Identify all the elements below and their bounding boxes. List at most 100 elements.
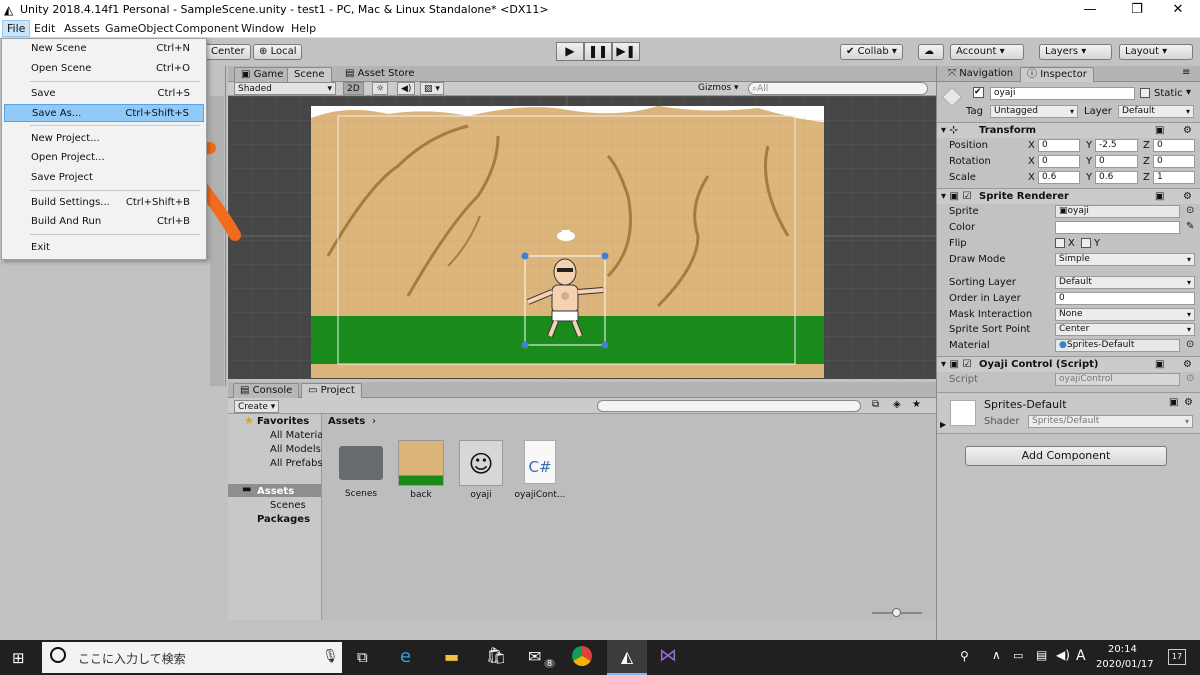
menu-assets[interactable]: Assets bbox=[64, 22, 100, 35]
shading-mode-dropdown[interactable]: Shaded ▾ bbox=[234, 82, 336, 95]
settings-gear-icon[interactable]: ⚙ bbox=[1183, 189, 1192, 204]
mail-icon[interactable]: ✉ bbox=[528, 647, 541, 666]
object-picker-icon[interactable]: ⊙ bbox=[1186, 205, 1194, 216]
clock-time[interactable]: 20:14 bbox=[1108, 644, 1137, 655]
tab-asset-store[interactable]: ▤ Asset Store bbox=[339, 67, 421, 82]
tree-packages[interactable]: Packages bbox=[257, 514, 310, 525]
static-checkbox[interactable] bbox=[1140, 88, 1150, 98]
clock-date[interactable]: 2020/01/17 bbox=[1096, 659, 1154, 670]
maximize-button[interactable]: ❐ bbox=[1115, 1, 1159, 19]
tab-inspector[interactable]: ⓘ Inspector bbox=[1020, 67, 1094, 82]
settings-gear-icon[interactable]: ⚙ bbox=[1183, 357, 1192, 372]
favorites-header[interactable]: Favorites bbox=[257, 416, 309, 427]
object-picker-icon[interactable]: ⊙ bbox=[1186, 373, 1194, 384]
menu-help[interactable]: Help bbox=[291, 22, 316, 35]
menu-item-new-scene[interactable]: New Scene Ctrl+N bbox=[4, 40, 204, 58]
layers-button[interactable]: Layers ▾ bbox=[1039, 44, 1112, 60]
asset-back[interactable]: back bbox=[395, 440, 447, 502]
add-component-button[interactable]: Add Component bbox=[965, 446, 1167, 466]
menu-item-open-scene[interactable]: Open Scene Ctrl+O bbox=[4, 60, 204, 78]
battery-icon[interactable]: ▭ bbox=[1013, 649, 1023, 662]
object-picker-icon[interactable]: ⊙ bbox=[1186, 339, 1194, 350]
unity-taskbar-icon[interactable]: ◭ bbox=[607, 640, 647, 675]
menu-item-open-project[interactable]: Open Project... bbox=[4, 149, 204, 167]
menu-item-build-and-run[interactable]: Build And Run Ctrl+B bbox=[4, 213, 204, 231]
tab-navigation[interactable]: ⤧ Navigation bbox=[942, 67, 1019, 82]
tab-console[interactable]: ▤ Console bbox=[233, 383, 300, 398]
sprite-renderer-header[interactable]: ▾ ▣ ☑ Sprite Renderer ▣ ⚙ bbox=[937, 188, 1200, 204]
rotation-x-field[interactable]: 0 bbox=[1038, 155, 1080, 168]
2d-mode-toggle[interactable]: 2D bbox=[343, 82, 364, 95]
create-dropdown[interactable]: Create ▾ bbox=[234, 400, 280, 413]
draw-mode-dropdown[interactable]: Simple bbox=[1055, 253, 1195, 266]
asset-oyaji[interactable]: ☺ oyaji bbox=[456, 440, 506, 502]
cloud-button[interactable]: ☁ bbox=[918, 44, 944, 60]
tab-project[interactable]: ▭ Project bbox=[301, 383, 362, 398]
fav-all-models[interactable]: All Models bbox=[270, 444, 321, 455]
taskbar-search-box[interactable]: ここに入力して検索 🎙 bbox=[42, 642, 342, 673]
menu-item-build-settings[interactable]: Build Settings... Ctrl+Shift+B bbox=[4, 194, 204, 212]
menu-item-new-project[interactable]: New Project... bbox=[4, 130, 204, 148]
asset-oyajicontrol[interactable]: C# oyajiCont... bbox=[512, 440, 568, 502]
filter-label-icon[interactable]: ◈ bbox=[893, 399, 901, 410]
object-name-field[interactable]: oyaji bbox=[990, 87, 1135, 100]
people-icon[interactable]: ⚲ bbox=[960, 649, 969, 663]
shader-dropdown[interactable]: Sprites/Default bbox=[1028, 415, 1193, 428]
icon-size-slider[interactable] bbox=[872, 608, 922, 617]
tab-game[interactable]: ▣ Game bbox=[234, 67, 291, 82]
mask-interaction-dropdown[interactable]: None bbox=[1055, 308, 1195, 321]
volume-icon[interactable]: ◀) bbox=[1056, 648, 1070, 662]
menu-item-save-as[interactable]: Save As... Ctrl+Shift+S bbox=[4, 104, 204, 122]
step-button[interactable]: ▶❚ bbox=[612, 42, 640, 61]
sprite-sort-point-dropdown[interactable]: Center bbox=[1055, 323, 1195, 336]
static-dropdown-icon[interactable]: ▾ bbox=[1186, 87, 1191, 98]
scene-search-input[interactable]: ⌕All bbox=[748, 82, 928, 95]
menu-component[interactable]: Component bbox=[175, 22, 239, 35]
layer-dropdown[interactable]: Default bbox=[1118, 105, 1194, 118]
rotation-y-field[interactable]: 0 bbox=[1095, 155, 1138, 168]
account-button[interactable]: Account ▾ bbox=[950, 44, 1024, 60]
task-view-icon[interactable]: ⧉ bbox=[357, 648, 368, 666]
menu-gameobject[interactable]: GameObject bbox=[105, 22, 174, 35]
chrome-icon[interactable] bbox=[572, 646, 592, 666]
active-checkbox[interactable]: ✔ bbox=[973, 87, 984, 98]
store-icon[interactable]: 🛍 bbox=[486, 646, 506, 665]
notification-center-icon[interactable]: 17 bbox=[1168, 649, 1186, 665]
menu-item-save-project[interactable]: Save Project bbox=[4, 169, 204, 187]
script-component-header[interactable]: ▾ ▣ ☑ Oyaji Control (Script) ▣ ⚙ bbox=[937, 356, 1200, 372]
gizmos-dropdown[interactable]: Gizmos ▾ bbox=[695, 82, 742, 95]
pivot-center-button[interactable]: Center bbox=[205, 44, 251, 60]
effects-dropdown[interactable]: ▨ ▾ bbox=[420, 82, 444, 95]
ime-indicator[interactable]: A bbox=[1076, 648, 1086, 664]
transform-header[interactable]: ▾ ⊹ Transform ▣ ⚙ bbox=[937, 122, 1200, 138]
menu-edit[interactable]: Edit bbox=[34, 22, 55, 35]
collab-button[interactable]: ✔ Collab ▾ bbox=[840, 44, 903, 60]
scale-z-field[interactable]: 1 bbox=[1153, 171, 1195, 184]
tree-assets[interactable]: Assets bbox=[257, 486, 294, 497]
rotation-z-field[interactable]: 0 bbox=[1153, 155, 1195, 168]
minimize-button[interactable]: — bbox=[1068, 1, 1112, 19]
lighting-toggle[interactable]: ☼ bbox=[372, 82, 389, 95]
eyedropper-icon[interactable]: ✎ bbox=[1186, 221, 1194, 232]
settings-gear-icon[interactable]: ⚙ bbox=[1183, 123, 1192, 138]
windows-start-icon[interactable]: ⊞ bbox=[12, 649, 25, 667]
visual-studio-icon[interactable]: ⋈ bbox=[659, 645, 677, 666]
filter-type-icon[interactable]: ⧉ bbox=[872, 399, 879, 410]
help-icon[interactable]: ▣ bbox=[1155, 189, 1164, 204]
favorite-star-icon[interactable]: ★ bbox=[912, 399, 921, 410]
layout-button[interactable]: Layout ▾ bbox=[1119, 44, 1193, 60]
network-icon[interactable]: ▤ bbox=[1036, 648, 1047, 662]
pause-button[interactable]: ❚❚ bbox=[584, 42, 612, 61]
script-field[interactable]: oyajiControl bbox=[1055, 373, 1180, 386]
tree-scenes[interactable]: Scenes bbox=[270, 500, 306, 511]
color-field[interactable] bbox=[1055, 221, 1180, 234]
pivot-local-button[interactable]: ⊕ Local bbox=[253, 44, 303, 60]
position-z-field[interactable]: 0 bbox=[1153, 139, 1195, 152]
position-y-field[interactable]: -2.5 bbox=[1095, 139, 1138, 152]
sorting-layer-dropdown[interactable]: Default bbox=[1055, 276, 1195, 289]
menu-window[interactable]: Window bbox=[241, 22, 284, 35]
scene-viewport[interactable] bbox=[228, 96, 936, 379]
asset-breadcrumb[interactable]: Assets bbox=[328, 416, 365, 427]
order-in-layer-field[interactable]: 0 bbox=[1055, 292, 1195, 305]
position-x-field[interactable]: 0 bbox=[1038, 139, 1080, 152]
